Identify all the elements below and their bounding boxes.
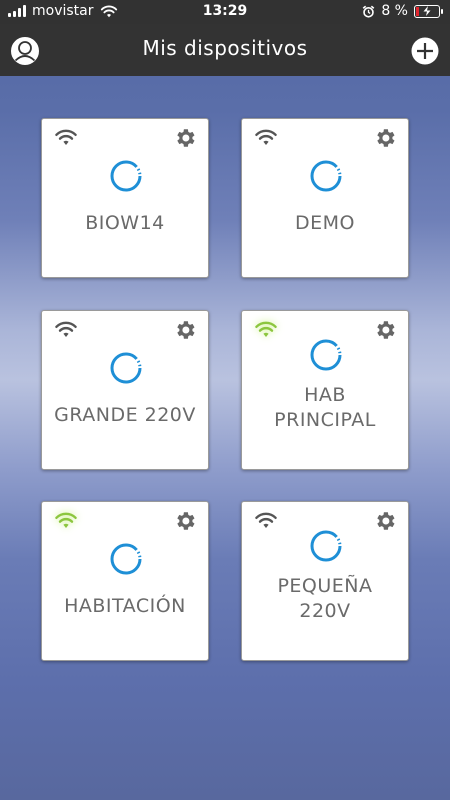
- device-ring-icon: [310, 339, 342, 371]
- gear-icon[interactable]: [173, 126, 197, 150]
- wifi-icon: [55, 512, 77, 528]
- wifi-icon: [55, 129, 77, 145]
- device-ring-icon: [110, 160, 142, 192]
- gear-icon[interactable]: [373, 318, 397, 342]
- gear-icon[interactable]: [373, 509, 397, 533]
- alarm-clock-icon: [363, 5, 375, 18]
- device-card[interactable]: HABITACIÓN: [41, 501, 209, 661]
- device-card[interactable]: PEQUEÑA 220V: [241, 501, 409, 661]
- status-bar: movistar 13:29 8 %: [0, 0, 450, 24]
- nav-bar: Mis dispositivos: [0, 24, 450, 76]
- device-ring-icon: [310, 160, 342, 192]
- wifi-icon: [255, 512, 277, 528]
- device-card[interactable]: DEMO: [241, 118, 409, 278]
- device-name: HABITACIÓN: [64, 595, 186, 617]
- wifi-icon: [255, 321, 277, 337]
- device-name: HAB PRINCIPAL: [274, 384, 376, 431]
- device-ring-icon: [110, 543, 142, 575]
- gear-icon[interactable]: [173, 509, 197, 533]
- plus-circle-icon[interactable]: [410, 36, 440, 66]
- battery-percent: 8 %: [381, 3, 408, 19]
- wifi-icon: [255, 129, 277, 145]
- device-name: PEQUEÑA 220V: [277, 575, 373, 622]
- gear-icon[interactable]: [173, 318, 197, 342]
- gear-icon[interactable]: [373, 126, 397, 150]
- page-title: Mis dispositivos: [142, 36, 308, 60]
- device-card[interactable]: GRANDE 220V: [41, 310, 209, 470]
- device-name: GRANDE 220V: [54, 404, 196, 426]
- device-name: BIOW14: [85, 212, 165, 234]
- wifi-icon: [55, 321, 77, 337]
- device-card[interactable]: BIOW14: [41, 118, 209, 278]
- battery-icon: [414, 4, 443, 18]
- device-ring-icon: [110, 352, 142, 384]
- device-name: DEMO: [295, 212, 355, 234]
- device-card[interactable]: HAB PRINCIPAL: [241, 310, 409, 470]
- device-ring-icon: [310, 530, 342, 562]
